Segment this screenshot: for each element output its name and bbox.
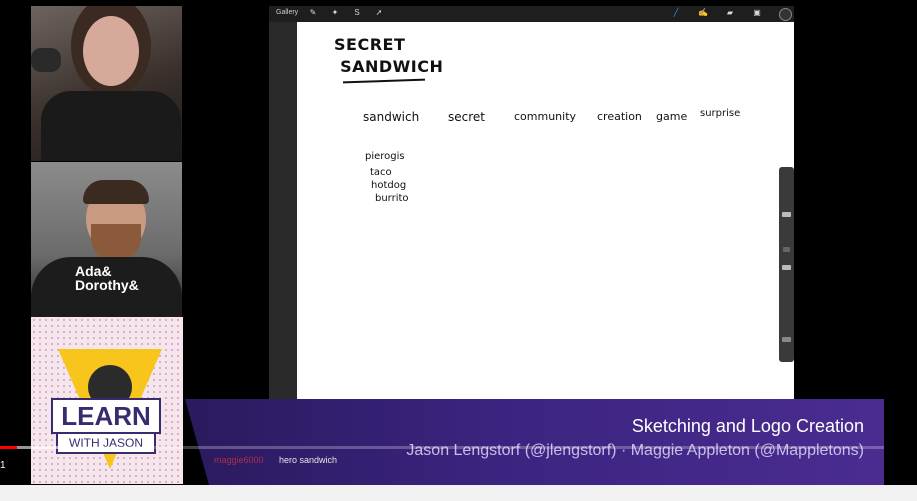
episode-title: Sketching and Logo Creation [631, 416, 864, 436]
selection-icon[interactable]: S [352, 8, 362, 18]
eraser-icon[interactable]: ▰ [725, 8, 735, 18]
color-icon[interactable] [779, 8, 792, 21]
wrench-icon[interactable]: ✎ [308, 8, 318, 18]
word-sandwich: sandwich [363, 110, 420, 124]
modify-button[interactable] [783, 247, 790, 252]
brush-icon[interactable]: ╱ [671, 8, 681, 18]
logo-learn-text: LEARN [51, 398, 161, 434]
page-footer-strip [0, 485, 917, 501]
brush-size-slider[interactable] [782, 212, 791, 217]
chat-message: hero sandwich [279, 455, 338, 465]
progress-buffered [17, 446, 63, 449]
word-game: game [656, 110, 688, 123]
webcam-guest: Ada& Dorothy& [31, 162, 182, 317]
procreate-toolbar [269, 6, 794, 22]
layers-icon[interactable]: ▣ [752, 8, 762, 18]
word-community: community [514, 110, 577, 123]
time-display: 1 [0, 460, 6, 471]
word-secret: secret [448, 110, 485, 124]
progress-played [0, 446, 18, 449]
drawing-canvas[interactable] [297, 22, 794, 399]
chat-username: maggie6000 [214, 455, 264, 465]
list-item: pierogis [365, 151, 405, 162]
list-item: hotdog [371, 180, 407, 191]
transform-icon[interactable]: ➚ [374, 8, 384, 18]
episode-guests: Jason Lengstorf (@jlengstorf) · Maggie A… [406, 442, 864, 459]
smudge-icon[interactable]: ✍ [698, 8, 708, 18]
gallery-button[interactable]: Gallery [276, 9, 298, 16]
brush-size-rail[interactable] [779, 167, 794, 362]
undo-button[interactable] [782, 337, 791, 342]
progress-bar[interactable] [0, 446, 917, 449]
logo-with-jason-text: WITH JASON [56, 432, 156, 454]
word-surprise: surprise [700, 108, 741, 119]
word-creation: creation [597, 110, 642, 123]
right-letterbox [884, 0, 917, 485]
magic-wand-icon[interactable]: ✦ [330, 8, 340, 18]
canvas-title: SECRET SANDWICH [334, 35, 444, 76]
webcam-host [31, 6, 182, 161]
opacity-slider[interactable] [782, 265, 791, 270]
list-item: taco [370, 167, 392, 178]
list-item: burrito [375, 193, 409, 204]
shirt-text: Ada& Dorothy& [75, 263, 139, 293]
